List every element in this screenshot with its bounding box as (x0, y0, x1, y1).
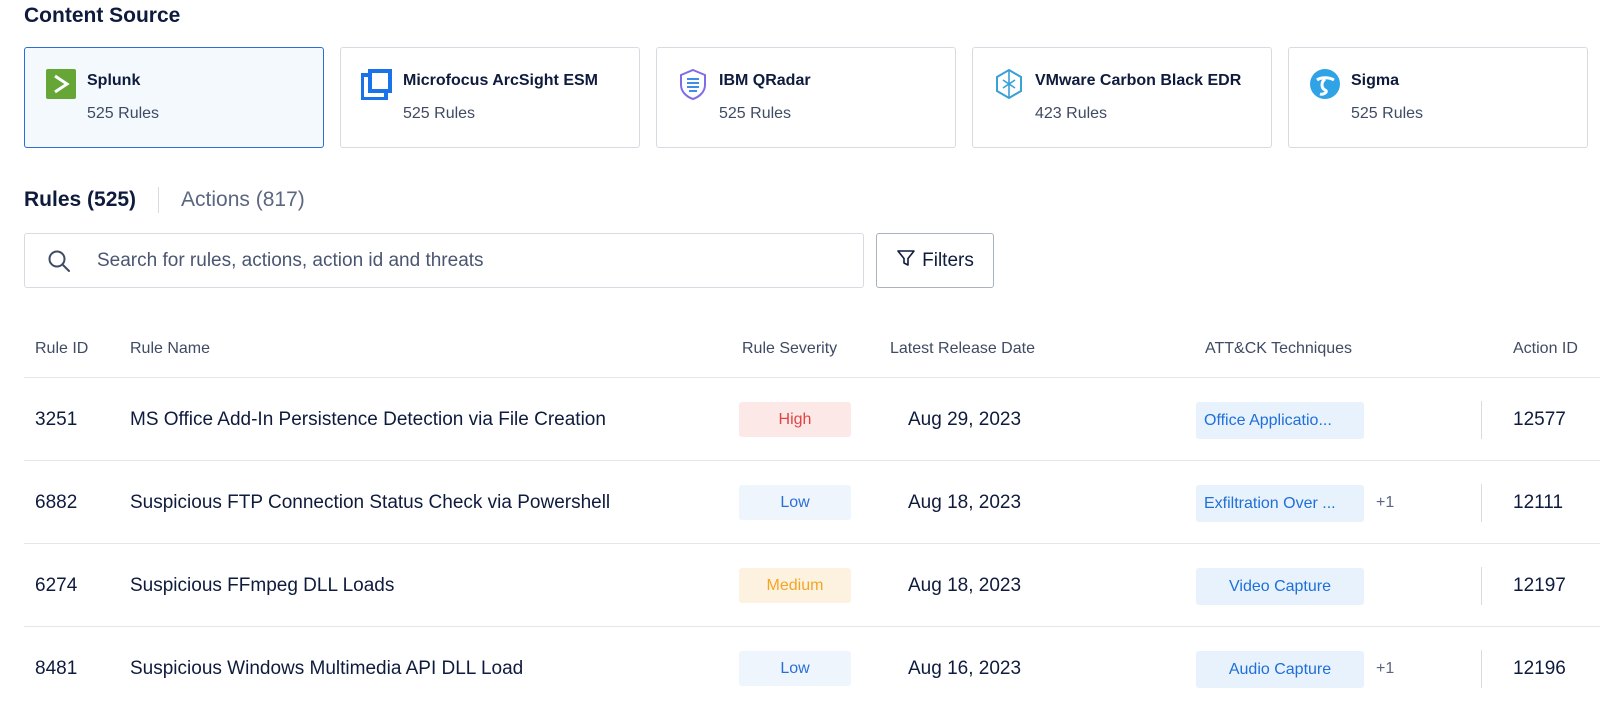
column-divider (1481, 650, 1482, 688)
source-rule-count: 525 Rules (1351, 105, 1424, 122)
carbon-black-icon (993, 68, 1025, 100)
more-techniques-count[interactable]: +1 (1376, 660, 1394, 678)
tab-divider (158, 187, 160, 213)
source-name: IBM QRadar (719, 72, 811, 89)
source-rule-count: 525 Rules (403, 105, 476, 122)
source-rule-count: 525 Rules (87, 105, 160, 122)
technique-tag[interactable]: Audio Capture (1196, 651, 1364, 688)
severity-badge: Low (739, 651, 851, 686)
action-id: 12577 (1513, 409, 1566, 430)
filters-label: Filters (922, 249, 974, 271)
more-techniques-count[interactable]: +1 (1376, 494, 1394, 512)
source-rule-count: 423 Rules (1035, 105, 1108, 122)
severity-badge: High (739, 402, 851, 437)
table-row[interactable]: 6882 Suspicious FTP Connection Status Ch… (24, 462, 1600, 544)
header-release-date[interactable]: Latest Release Date (890, 340, 1035, 358)
header-rule-name[interactable]: Rule Name (130, 340, 210, 358)
rule-name[interactable]: Suspicious Windows Multimedia API DLL Lo… (130, 658, 523, 680)
rule-id: 3251 (35, 409, 78, 430)
source-rule-count: 525 Rules (719, 105, 792, 122)
source-name: Sigma (1351, 72, 1400, 89)
rule-name[interactable]: MS Office Add-In Persistence Detection v… (130, 409, 606, 431)
tab-rules[interactable]: Rules (525) (24, 188, 136, 212)
arcsight-icon (361, 68, 393, 100)
column-divider (1481, 484, 1482, 522)
search-icon (47, 248, 73, 274)
search-box[interactable] (24, 233, 864, 288)
action-id: 12111 (1513, 492, 1564, 513)
header-rule-id[interactable]: Rule ID (35, 340, 88, 358)
source-card-sigma[interactable]: Sigma 525 Rules (1288, 47, 1588, 148)
rule-name[interactable]: Suspicious FTP Connection Status Check v… (130, 492, 610, 514)
source-card-splunk[interactable]: Splunk 525 Rules (24, 47, 324, 148)
header-attck-techniques[interactable]: ATT&CK Techniques (1205, 340, 1352, 358)
severity-badge: Medium (739, 568, 851, 603)
technique-tag[interactable]: Video Capture (1196, 568, 1364, 605)
content-source-list: Splunk 525 Rules Microfocus ArcSight ESM… (24, 47, 1588, 148)
source-name: Microfocus ArcSight ESM (403, 72, 598, 89)
release-date: Aug 18, 2023 (908, 575, 1022, 596)
release-date: Aug 18, 2023 (908, 492, 1022, 513)
header-rule-severity[interactable]: Rule Severity (742, 340, 837, 358)
table-row[interactable]: 3251 MS Office Add-In Persistence Detect… (24, 379, 1600, 461)
source-card-qradar[interactable]: IBM QRadar 525 Rules (656, 47, 956, 148)
release-date: Aug 16, 2023 (908, 658, 1022, 679)
column-divider (1481, 567, 1482, 605)
table-row[interactable]: 6274 Suspicious FFmpeg DLL Loads Medium … (24, 545, 1600, 627)
technique-tag[interactable]: Exfiltration Over ... (1196, 485, 1364, 522)
search-input[interactable] (97, 249, 837, 272)
splunk-icon (45, 68, 77, 100)
source-card-carbon-black[interactable]: VMware Carbon Black EDR 423 Rules (972, 47, 1272, 148)
technique-tag[interactable]: Office Applicatio... (1196, 402, 1364, 439)
rule-id: 6274 (35, 575, 78, 596)
source-name: Splunk (87, 72, 141, 89)
content-source-title: Content Source (24, 4, 181, 27)
rule-id: 6882 (35, 492, 78, 513)
qradar-icon (677, 68, 709, 100)
source-card-arcsight[interactable]: Microfocus ArcSight ESM 525 Rules (340, 47, 640, 148)
column-divider (1481, 401, 1482, 439)
header-action-id[interactable]: Action ID (1513, 340, 1578, 358)
action-id: 12197 (1513, 575, 1566, 596)
tab-actions[interactable]: Actions (817) (181, 188, 305, 212)
tab-bar: Rules (525) Actions (817) (24, 187, 305, 213)
table-header: Rule ID Rule Name Rule Severity Latest R… (24, 328, 1600, 378)
action-id: 12196 (1513, 658, 1566, 679)
table-row[interactable]: 8481 Suspicious Windows Multimedia API D… (24, 628, 1600, 707)
rule-id: 8481 (35, 658, 78, 679)
source-name: VMware Carbon Black EDR (1035, 72, 1242, 89)
severity-badge: Low (739, 485, 851, 520)
sigma-icon (1309, 68, 1341, 100)
release-date: Aug 29, 2023 (908, 409, 1022, 430)
filter-icon (896, 248, 916, 274)
rule-name[interactable]: Suspicious FFmpeg DLL Loads (130, 575, 394, 597)
filters-button[interactable]: Filters (876, 233, 994, 288)
